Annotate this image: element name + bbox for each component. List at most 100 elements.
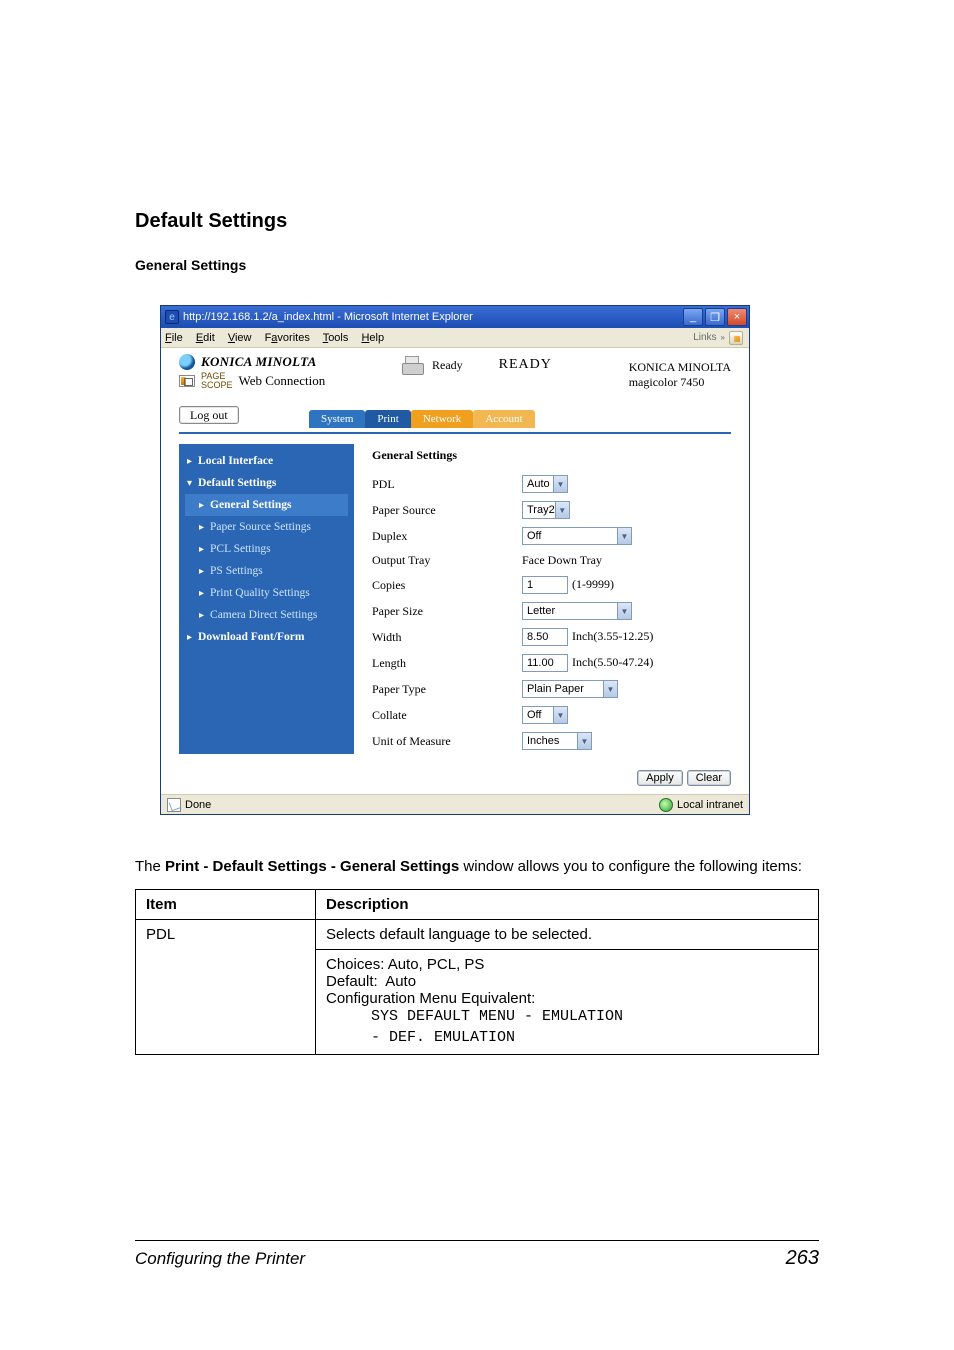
row-paper-type: Paper Type Plain Paper▼ [372,676,731,702]
menu-tools[interactable]: Tools [323,332,349,344]
row-copies: Copies 1(1-9999) [372,572,731,598]
row-collate: Collate Off▼ [372,702,731,728]
ie-statusbar: Done Local intranet [161,794,749,814]
label-output-tray: Output Tray [372,549,522,572]
pagescope-icon [179,375,195,387]
intranet-zone-icon [659,798,673,812]
th-item: Item [136,890,316,920]
select-paper-size[interactable]: Letter▼ [522,602,632,620]
status-ready-small: Ready [432,358,463,373]
globe-icon [179,354,195,370]
window-maximize-button[interactable]: ❐ [705,308,725,326]
pagescope-small-text: PAGE SCOPE [201,372,233,390]
description-table: Item Description PDL Selects default lan… [135,889,819,1055]
window-minimize-button[interactable]: _ [683,308,703,326]
nav-download-font-form[interactable]: Download Font/Form [185,626,348,648]
label-duplex: Duplex [372,523,522,549]
cell-item-pdl: PDL [136,920,316,1055]
brand-name: KONICA MINOLTA [201,354,317,370]
cell-desc-block: Choices: Auto, PCL, PS Default: Auto Con… [316,950,819,1055]
row-length: Length 11.00 Inch(5.50-47.24) [372,650,731,676]
page-footer: Configuring the Printer 263 [135,1240,819,1270]
menu-view[interactable]: View [228,332,252,344]
chevron-right-icon: » [721,333,725,342]
brand-right-1: KONICA MINOLTA [629,360,731,375]
hint-length: Inch(5.50-47.24) [572,655,653,669]
footer-title: Configuring the Printer [135,1249,305,1269]
nav-general-settings[interactable]: General Settings [185,494,348,516]
pane-title: General Settings [372,448,731,463]
row-paper-source: Paper Source Tray2▼ [372,497,731,523]
row-width: Width 8.50 Inch(3.55-12.25) [372,624,731,650]
ie-icon: e [165,310,179,324]
status-done: Done [185,799,211,811]
chevron-down-icon: ▼ [555,502,569,518]
label-length: Length [372,650,522,676]
select-paper-source[interactable]: Tray2▼ [522,501,570,519]
side-nav: Local Interface Default Settings General… [179,444,354,754]
cell-desc-line1: Selects default language to be selected. [316,920,819,950]
brand-right-2: magicolor 7450 [629,375,731,390]
nav-default-settings[interactable]: Default Settings [185,472,348,494]
th-description: Description [316,890,819,920]
intro-paragraph: The Print - Default Settings - General S… [135,857,819,877]
chevron-down-icon: ▼ [617,603,631,619]
label-paper-size: Paper Size [372,598,522,624]
tab-network[interactable]: Network [411,410,474,428]
label-width: Width [372,624,522,650]
menu-help[interactable]: Help [361,332,384,344]
nav-paper-source-settings[interactable]: Paper Source Settings [185,516,348,538]
nav-pcl-settings[interactable]: PCL Settings [185,538,348,560]
row-paper-size: Paper Size Letter▼ [372,598,731,624]
value-output-tray: Face Down Tray [522,553,602,567]
clear-button[interactable]: Clear [687,770,731,786]
heading-general-settings: General Settings [135,257,819,273]
row-output-tray: Output Tray Face Down Tray [372,549,731,572]
pagescope-title: Web Connection [239,373,326,389]
select-unit[interactable]: Inches▼ [522,732,592,750]
row-pdl: PDL Auto▼ [372,471,731,497]
window-close-button[interactable]: × [727,308,747,326]
status-ready-big: READY [499,357,552,373]
row-unit: Unit of Measure Inches▼ [372,728,731,754]
hint-copies: (1-9999) [572,577,614,591]
tab-system[interactable]: System [309,410,365,428]
embedded-screenshot: e http://192.168.1.2/a_index.html - Micr… [160,305,750,815]
nav-camera-direct-settings[interactable]: Camera Direct Settings [185,604,348,626]
label-pdl: PDL [372,471,522,497]
select-collate[interactable]: Off▼ [522,706,568,724]
row-duplex: Duplex Off▼ [372,523,731,549]
logout-button[interactable]: Log out [179,406,239,424]
chevron-down-icon: ▼ [577,733,591,749]
nav-print-quality-settings[interactable]: Print Quality Settings [185,582,348,604]
menu-edit[interactable]: Edit [196,332,215,344]
nav-ps-settings[interactable]: PS Settings [185,560,348,582]
input-copies[interactable]: 1 [522,576,568,594]
heading-default-settings: Default Settings [135,210,819,233]
hint-width: Inch(3.55-12.25) [572,629,653,643]
ie-title-text: http://192.168.1.2/a_index.html - Micros… [183,311,473,323]
apply-button[interactable]: Apply [637,770,683,786]
ie-titlebar: e http://192.168.1.2/a_index.html - Micr… [161,306,749,328]
tab-account[interactable]: Account [473,410,534,428]
label-paper-type: Paper Type [372,676,522,702]
label-paper-source: Paper Source [372,497,522,523]
input-width[interactable]: 8.50 [522,628,568,646]
menu-favorites[interactable]: Favorites [265,332,310,344]
chevron-down-icon: ▼ [617,528,631,544]
select-pdl[interactable]: Auto▼ [522,475,568,493]
label-collate: Collate [372,702,522,728]
nav-local-interface[interactable]: Local Interface [185,450,348,472]
label-unit: Unit of Measure [372,728,522,754]
select-paper-type[interactable]: Plain Paper▼ [522,680,618,698]
page-icon [167,798,181,812]
status-zone: Local intranet [677,799,743,811]
ie-throbber-icon [729,331,743,345]
menu-file[interactable]: File [165,332,183,344]
footer-page-number: 263 [786,1247,819,1270]
ie-links-label[interactable]: Links [693,332,716,343]
input-length[interactable]: 11.00 [522,654,568,672]
tab-print[interactable]: Print [365,410,410,428]
select-duplex[interactable]: Off▼ [522,527,632,545]
chevron-down-icon: ▼ [553,476,567,492]
